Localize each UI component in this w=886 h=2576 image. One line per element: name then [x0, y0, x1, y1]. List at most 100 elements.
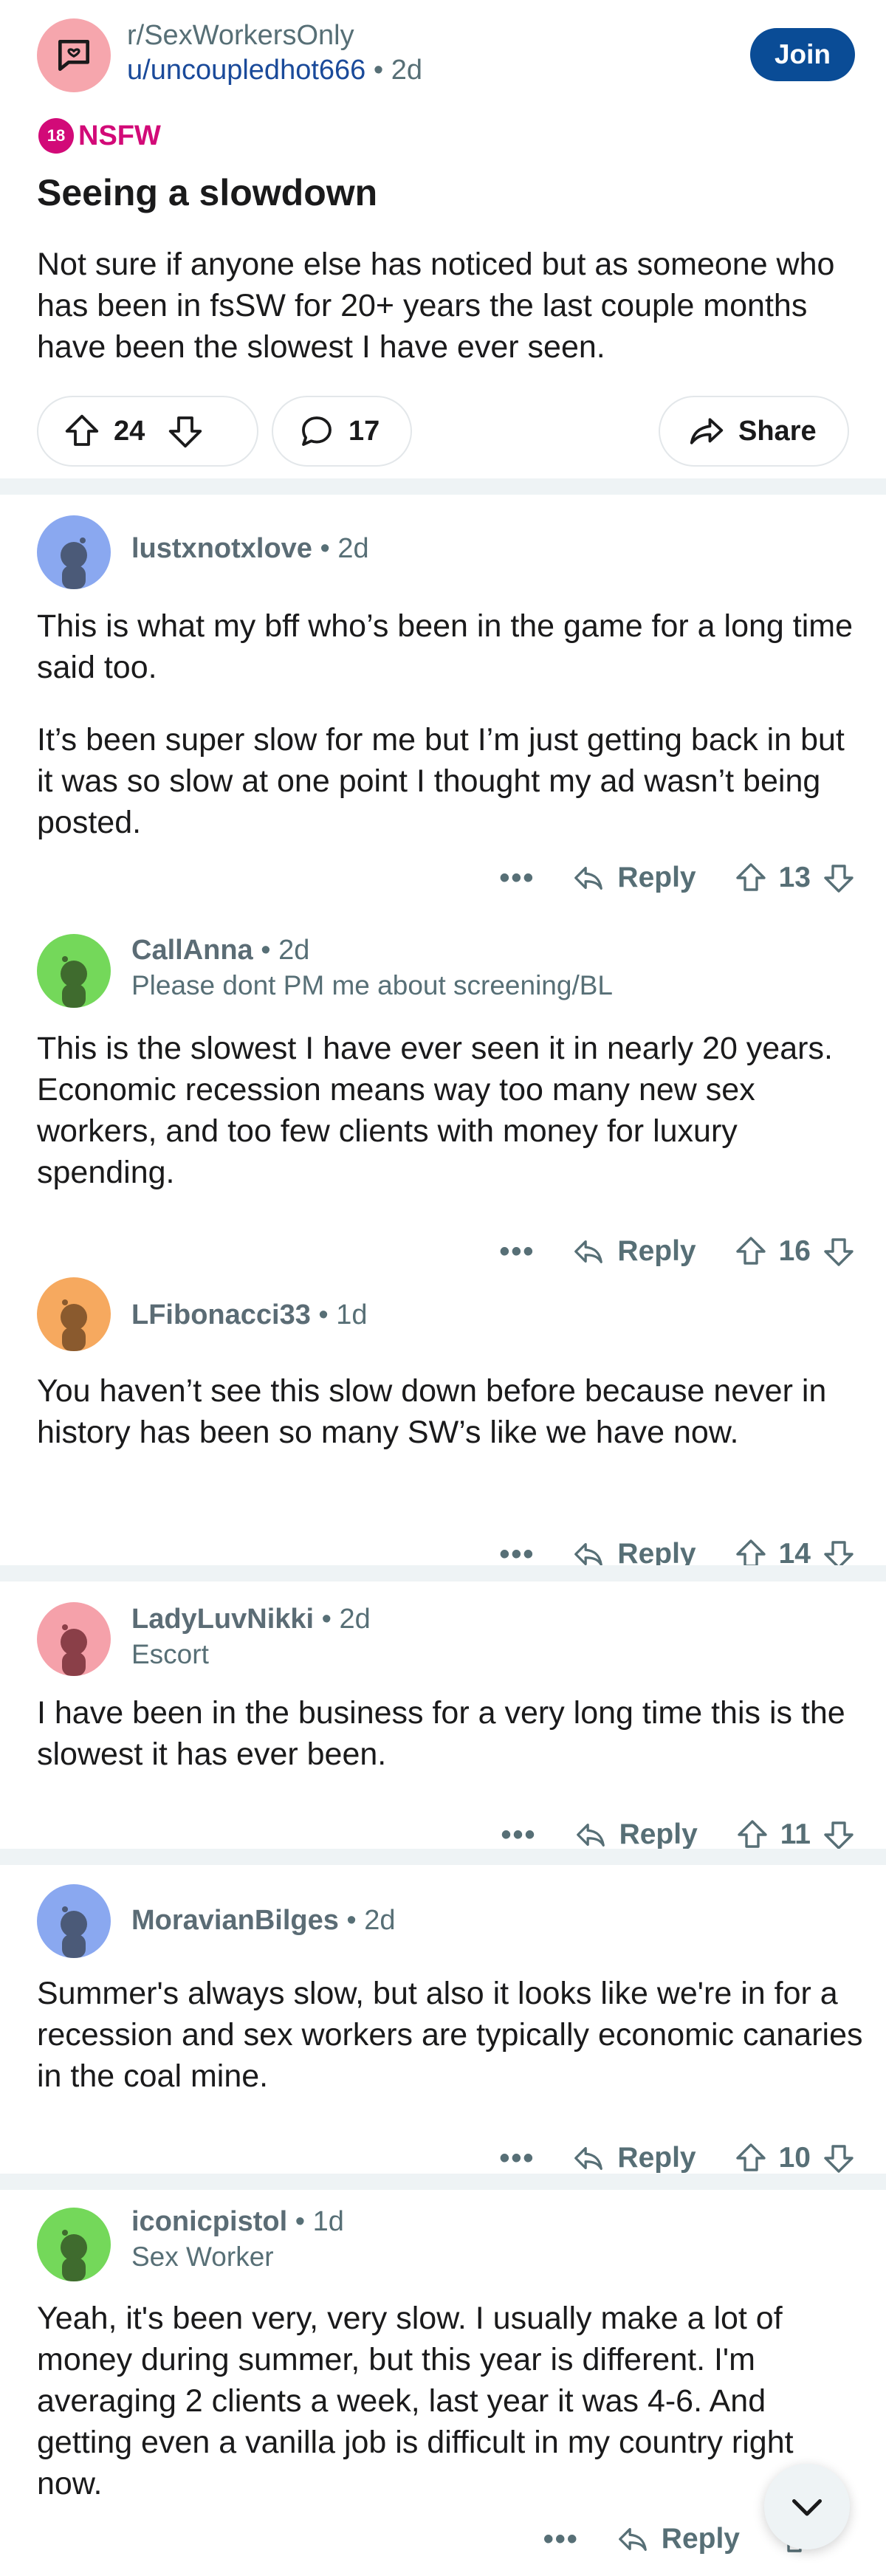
- section-divider: [0, 478, 886, 495]
- reply-button[interactable]: Reply: [571, 2141, 696, 2175]
- subreddit-avatar[interactable]: [37, 18, 111, 92]
- comment-author[interactable]: MoravianBilges • 2d: [131, 1905, 396, 1937]
- avatar[interactable]: [37, 1884, 111, 1958]
- more-options-button[interactable]: •••: [501, 1818, 537, 1852]
- avatar[interactable]: [37, 1277, 111, 1351]
- avatar[interactable]: [37, 515, 111, 589]
- downvote-icon: [824, 1238, 854, 1266]
- snoo-avatar-icon: [61, 1906, 87, 1958]
- downvote-button[interactable]: [821, 1817, 856, 1852]
- snoo-avatar-icon: [61, 1299, 87, 1351]
- upvote-icon: [735, 1237, 766, 1265]
- comment-body: You haven’t see this slow down before be…: [37, 1370, 864, 1484]
- upvote-icon: [735, 2143, 766, 2171]
- comment-paragraph: It’s been super slow for me but I’m just…: [37, 722, 845, 840]
- more-options-button[interactable]: •••: [499, 2142, 535, 2175]
- reply-button[interactable]: Reply: [571, 1234, 696, 1268]
- share-label: Share: [738, 415, 817, 447]
- nsfw-tag: 18 NSFW: [38, 118, 161, 154]
- subreddit-name[interactable]: r/SexWorkersOnly: [127, 20, 354, 52]
- vote-pill: 24: [37, 396, 258, 467]
- reply-arrow-icon: [574, 866, 603, 890]
- avatar[interactable]: [37, 1602, 111, 1676]
- comment-body: Yeah, it's been very, very slow. I usual…: [37, 2298, 864, 2535]
- comment-paragraph: You haven’t see this slow down before be…: [37, 1373, 827, 1450]
- upvote-icon: [735, 863, 766, 891]
- comment-paragraph: Yeah, it's been very, very slow. I usual…: [37, 2301, 794, 2501]
- meta-separator: •: [373, 55, 391, 86]
- more-options-button[interactable]: •••: [499, 1235, 535, 1268]
- chat-bubble-icon: [58, 40, 89, 71]
- comment-icon: [302, 416, 332, 446]
- section-divider: [0, 2174, 886, 2190]
- nsfw-18-badge: 18: [38, 118, 74, 154]
- more-options-button[interactable]: •••: [499, 862, 535, 895]
- comment-actions: ••• Reply 16: [499, 1226, 856, 1277]
- user-flair: Sex Worker: [131, 2242, 274, 2272]
- reply-arrow-icon: [574, 1240, 603, 1264]
- comment-score: 10: [778, 2142, 811, 2174]
- comment-author[interactable]: iconicpistol • 1d: [131, 2206, 344, 2238]
- downvote-icon: [824, 1821, 854, 1849]
- comment-author[interactable]: CallAnna • 2d: [131, 935, 309, 966]
- snoo-avatar-icon: [61, 956, 87, 1008]
- post-body: Not sure if anyone else has noticed but …: [37, 247, 835, 365]
- downvote-icon: [824, 2145, 854, 2173]
- downvote-button[interactable]: [821, 1234, 856, 1269]
- reply-arrow-icon: [576, 1823, 605, 1847]
- section-divider: [0, 1849, 886, 1865]
- comment-paragraph: This is what my bff who’s been in the ga…: [37, 608, 854, 685]
- upvote-button[interactable]: [733, 860, 769, 896]
- more-options-button[interactable]: •••: [543, 2523, 579, 2556]
- user-flair: Please dont PM me about screening/BL: [131, 970, 613, 1000]
- comment-score: 11: [780, 1818, 811, 1850]
- post-score: 24: [114, 415, 145, 447]
- nsfw-label: NSFW: [78, 120, 161, 151]
- comment-paragraph: This is the slowest I have ever seen it …: [37, 1031, 833, 1190]
- comment-score: 16: [778, 1235, 811, 1267]
- downvote-button[interactable]: [821, 860, 856, 896]
- upvote-button[interactable]: [733, 1234, 769, 1269]
- reply-arrow-icon: [618, 2527, 647, 2552]
- comment-paragraph: I have been in the business for a very l…: [37, 1695, 845, 1772]
- snoo-avatar-icon: [61, 537, 87, 589]
- snoo-avatar-icon: [61, 1624, 87, 1676]
- upvote-icon[interactable]: [62, 411, 102, 451]
- reply-button[interactable]: Reply: [574, 1818, 698, 1852]
- scroll-down-button[interactable]: [764, 2464, 850, 2549]
- upvote-button[interactable]: [735, 1817, 770, 1852]
- comments-button[interactable]: 17: [272, 396, 412, 467]
- comment-author[interactable]: LadyLuvNikki • 2d: [131, 1604, 371, 1635]
- comment-author[interactable]: LFibonacci33 • 1d: [131, 1299, 368, 1331]
- post-age: 2d: [391, 55, 423, 86]
- comment-body: This is what my bff who’s been in the ga…: [37, 605, 864, 874]
- post-title: Seeing a slowdown: [37, 172, 378, 213]
- downvote-button[interactable]: [821, 2140, 856, 2176]
- share-icon: [690, 418, 724, 444]
- downvote-icon[interactable]: [165, 411, 205, 451]
- comment-body: I have been in the business for a very l…: [37, 1692, 864, 1806]
- upvote-button[interactable]: [733, 2140, 769, 2176]
- chevron-down-icon: [792, 2499, 822, 2516]
- section-divider: [0, 1565, 886, 1581]
- downvote-icon: [824, 865, 854, 893]
- comment-score: 13: [778, 862, 811, 893]
- post-author[interactable]: u/uncoupledhot666: [127, 55, 365, 86]
- post-actions: 24 17 Share: [37, 396, 849, 470]
- upvote-icon: [738, 1820, 767, 1848]
- comment-actions: ••• Reply 13: [499, 852, 856, 904]
- snoo-avatar-icon: [61, 2230, 87, 2281]
- reply-arrow-icon: [574, 2146, 603, 2171]
- post-meta: u/uncoupledhot666 • 2d: [127, 55, 422, 86]
- avatar[interactable]: [37, 934, 111, 1008]
- join-button[interactable]: Join: [750, 28, 855, 81]
- avatar[interactable]: [37, 2208, 111, 2281]
- comment-paragraph: Summer's always slow, but also it looks …: [37, 1976, 863, 2094]
- reply-button[interactable]: Reply: [571, 861, 696, 895]
- comment-count: 17: [348, 415, 380, 447]
- user-flair: Escort: [131, 1639, 209, 1669]
- share-button[interactable]: Share: [659, 396, 849, 467]
- reply-button[interactable]: Reply: [616, 2522, 740, 2556]
- comment-author[interactable]: lustxnotxlove • 2d: [131, 533, 369, 565]
- comment-body: Summer's always slow, but also it looks …: [37, 1973, 864, 2128]
